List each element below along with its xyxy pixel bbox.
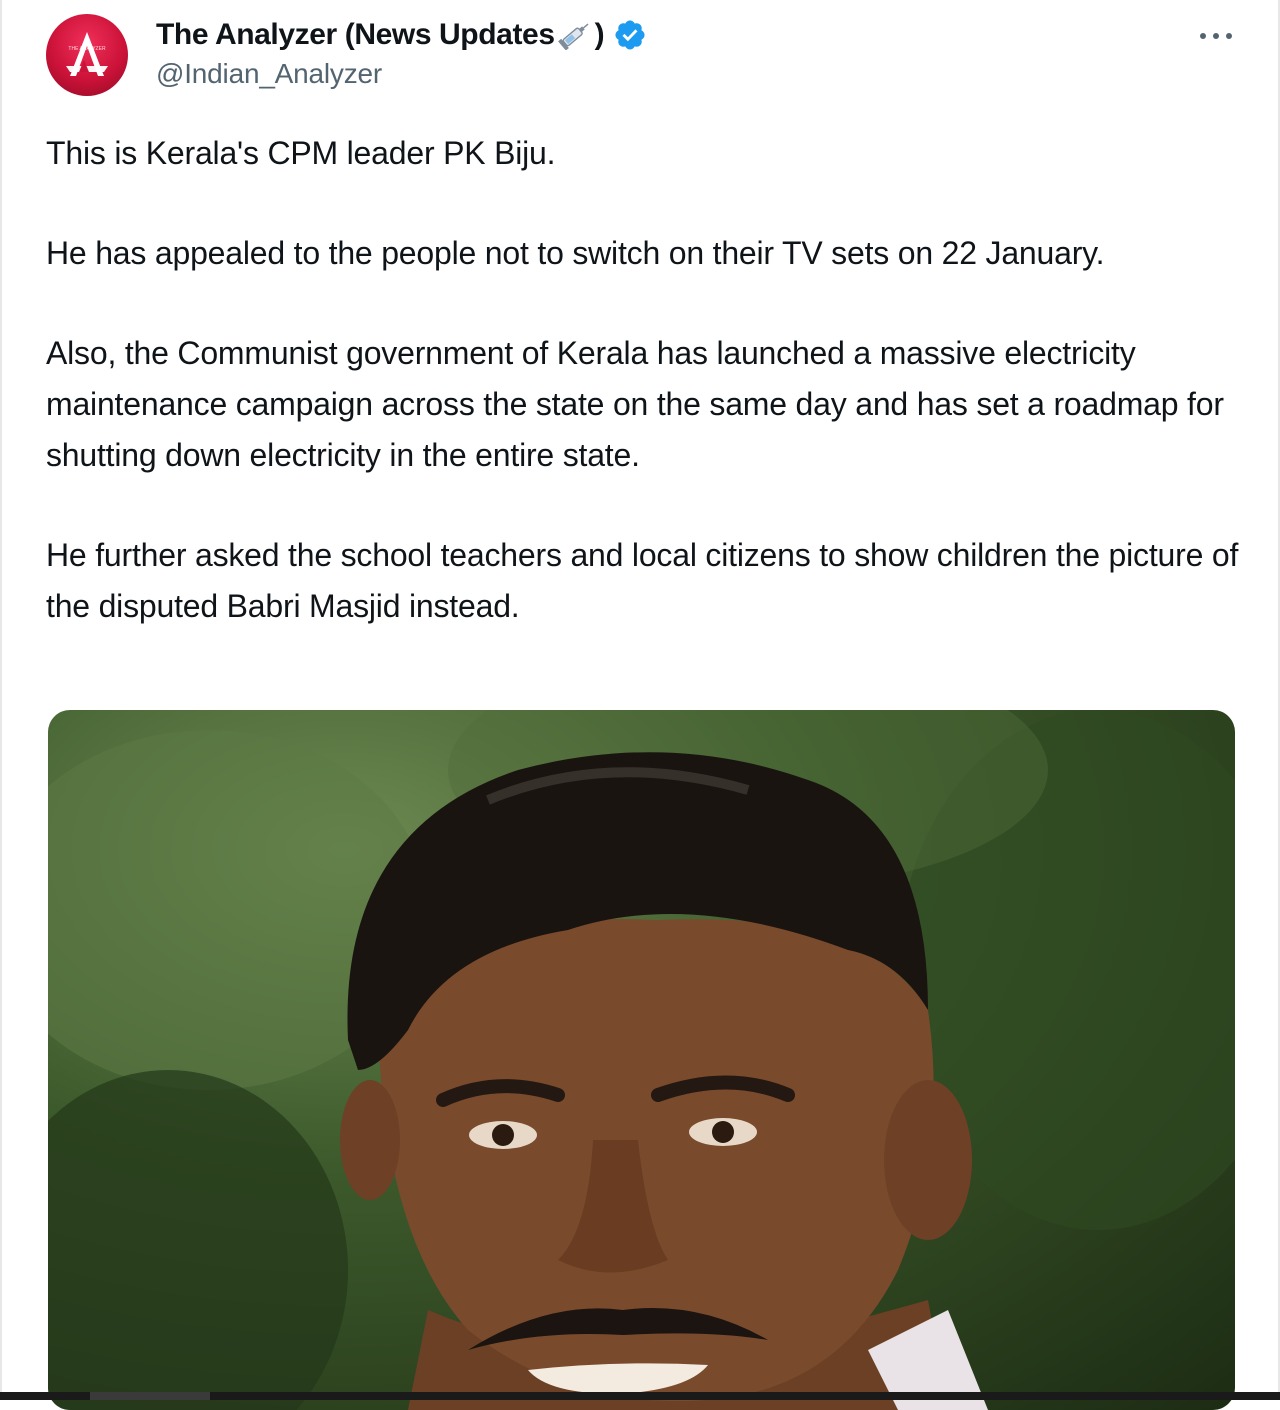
dot-icon <box>1200 33 1206 39</box>
more-options-icon[interactable] <box>1196 26 1236 46</box>
author-display-name[interactable]: The Analyzer (News Updates <box>156 18 555 52</box>
scrollbar-thumb[interactable] <box>90 1392 210 1400</box>
author-handle[interactable]: @Indian_Analyzer <box>156 58 382 90</box>
portrait-photo <box>48 710 1235 1410</box>
logo-icon: THE ANALYZER <box>66 32 108 76</box>
avatar[interactable]: THE ANALYZER <box>46 14 128 96</box>
tweet-paragraph: He has appealed to the people not to swi… <box>46 235 1105 271</box>
syringe-icon <box>557 23 589 50</box>
tweet-paragraph: Also, the Communist government of Kerala… <box>46 335 1224 473</box>
dot-icon <box>1213 33 1219 39</box>
tweet-photo[interactable] <box>48 710 1235 1410</box>
window-bottom-bar <box>0 1392 1280 1400</box>
tweet-paragraph: He further asked the school teachers and… <box>46 537 1239 624</box>
tweet-paragraph: This is Kerala's CPM leader PK Biju. <box>46 135 556 171</box>
tweet-text: This is Kerala's CPM leader PK Biju. He … <box>46 128 1246 681</box>
avatar-logo-text: THE ANALYZER <box>68 46 106 52</box>
author-name-suffix: ) <box>594 18 605 51</box>
dot-icon <box>1226 33 1232 39</box>
verified-badge-icon[interactable] <box>613 18 647 52</box>
author-name-row[interactable]: The Analyzer (News Updates ) <box>156 16 647 54</box>
